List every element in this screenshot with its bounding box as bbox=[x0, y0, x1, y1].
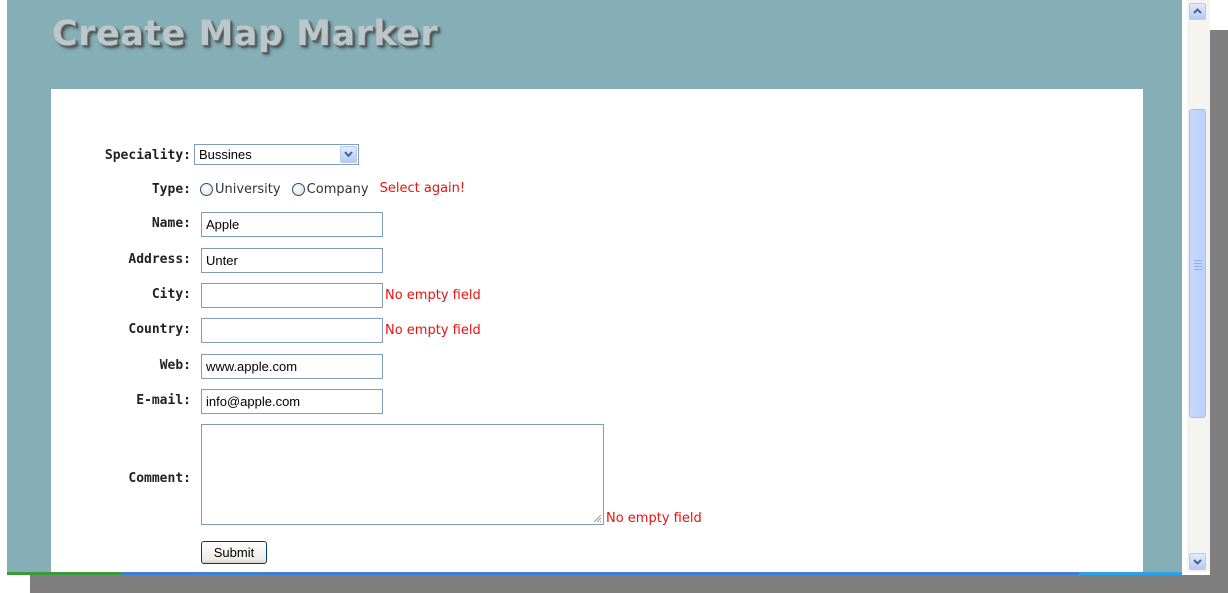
page-title: Create Map Marker bbox=[52, 14, 439, 54]
name-input[interactable] bbox=[201, 212, 383, 237]
radio-university[interactable] bbox=[200, 183, 213, 196]
address-input[interactable] bbox=[201, 248, 383, 273]
speciality-select[interactable]: Bussines bbox=[194, 144, 359, 165]
type-label: Type: bbox=[151, 182, 191, 197]
window-shadow-bottom bbox=[30, 575, 1228, 593]
window-edge bbox=[0, 0, 7, 593]
form-panel: Speciality: Bussines Type: University Co… bbox=[51, 89, 1143, 572]
email-input[interactable] bbox=[201, 389, 383, 414]
page-background: Create Map Marker Speciality: Bussines T… bbox=[7, 0, 1182, 572]
email-label: E-mail: bbox=[136, 393, 191, 408]
radio-company-label: Company bbox=[306, 182, 369, 197]
radio-company[interactable] bbox=[291, 183, 305, 196]
radio-university-label: University bbox=[215, 182, 281, 197]
name-label: Name: bbox=[151, 216, 191, 231]
vertical-scrollbar[interactable] bbox=[1187, 0, 1210, 572]
country-error: No empty field bbox=[385, 323, 481, 338]
taskbar-start-segment bbox=[7, 572, 122, 575]
type-radio-group: University Company bbox=[200, 179, 375, 198]
speciality-label: Speciality: bbox=[104, 148, 191, 163]
comment-error: No empty field bbox=[606, 511, 702, 526]
submit-button[interactable]: Submit bbox=[201, 541, 267, 564]
country-label: Country: bbox=[128, 322, 191, 337]
arrow-down-icon[interactable] bbox=[1189, 553, 1206, 570]
speciality-selected-value: Bussines bbox=[199, 147, 252, 162]
country-input[interactable] bbox=[201, 318, 383, 343]
type-error: Select again! bbox=[379, 181, 466, 196]
scrollbar-thumb[interactable] bbox=[1189, 109, 1206, 418]
chevron-down-icon[interactable] bbox=[340, 146, 357, 163]
arrow-up-icon[interactable] bbox=[1189, 3, 1206, 20]
comment-field-area: No empty field bbox=[201, 424, 702, 526]
city-input[interactable] bbox=[201, 283, 383, 308]
comment-label: Comment: bbox=[128, 471, 191, 486]
web-label: Web: bbox=[159, 358, 191, 373]
city-error: No empty field bbox=[385, 288, 481, 303]
resize-grip-icon[interactable] bbox=[592, 513, 602, 523]
window-shadow-right bbox=[1210, 30, 1228, 593]
address-label: Address: bbox=[128, 252, 191, 267]
city-label: City: bbox=[151, 287, 191, 302]
submit-row: Submit bbox=[201, 541, 267, 564]
taskbar-tray-segment bbox=[1079, 572, 1182, 575]
taskbar-strip bbox=[7, 572, 1182, 575]
thumb-grip bbox=[1194, 260, 1202, 272]
comment-textarea[interactable] bbox=[201, 424, 604, 525]
web-input[interactable] bbox=[201, 354, 383, 379]
